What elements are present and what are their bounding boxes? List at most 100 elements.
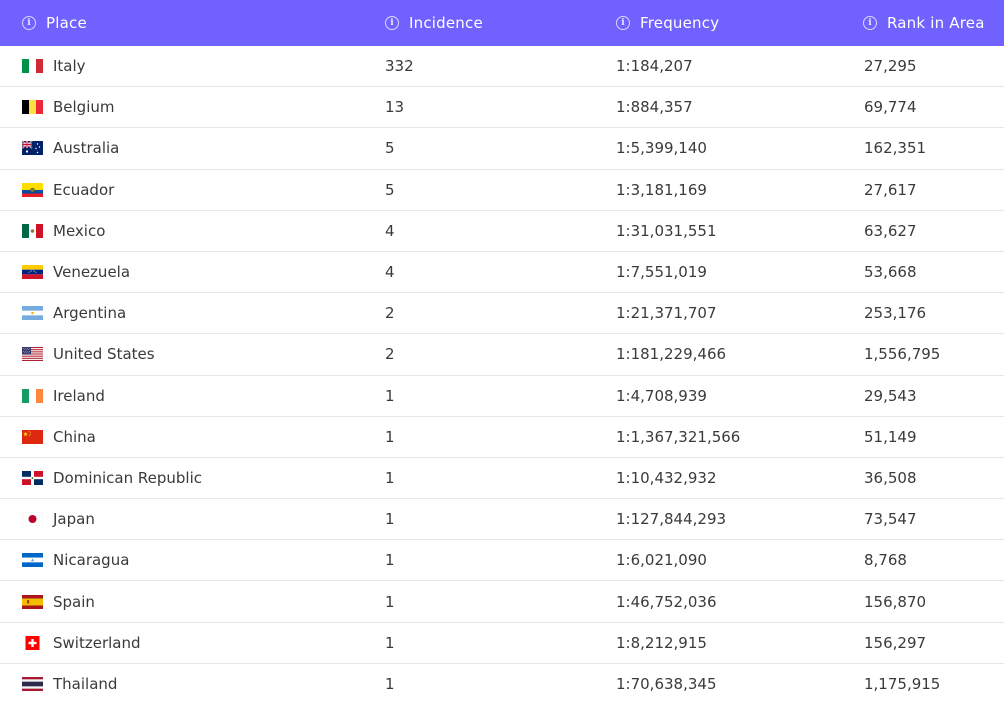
place-cell[interactable]: United States	[0, 334, 385, 374]
rank-value: 63,627	[864, 221, 917, 240]
place-name[interactable]: Switzerland	[53, 634, 141, 652]
mexico-flag-icon	[22, 223, 43, 238]
frequency-cell: 1:181,229,466	[616, 334, 864, 374]
table-row[interactable]: Spain 1 1:46,752,036 156,870	[0, 581, 1004, 623]
place-cell[interactable]: Spain	[0, 581, 385, 621]
table-row[interactable]: Argentina 2 1:21,371,707 253,176	[0, 293, 1004, 335]
place-name[interactable]: Dominican Republic	[53, 469, 202, 487]
frequency-cell: 1:884,357	[616, 87, 864, 127]
frequency-cell: 1:6,021,090	[616, 540, 864, 580]
place-cell[interactable]: Italy	[0, 46, 385, 86]
incidence-cell: 1	[385, 581, 616, 621]
place-name[interactable]: Venezuela	[53, 263, 130, 281]
incidence-value: 1	[385, 510, 395, 529]
table-body: Italy 332 1:184,207 27,295 Belgium 13 1:884,35…	[0, 46, 1004, 705]
place-name[interactable]: Argentina	[53, 304, 126, 322]
table-row[interactable]: Ecuador 5 1:3,181,169 27,617	[0, 170, 1004, 211]
place-name[interactable]: Mexico	[53, 222, 105, 240]
place-cell[interactable]: China	[0, 417, 385, 457]
column-header-label: Place	[46, 14, 87, 32]
table-row[interactable]: Thailand 1 1:70,638,345 1,175,915	[0, 664, 1004, 705]
place-cell[interactable]: Argentina	[0, 293, 385, 333]
place-cell[interactable]: Dominican Republic	[0, 458, 385, 498]
frequency-value: 1:8,212,915	[616, 633, 707, 652]
place-name[interactable]: Nicaragua	[53, 551, 129, 569]
place-cell[interactable]: Thailand	[0, 664, 385, 705]
frequency-value: 1:70,638,345	[616, 675, 717, 694]
frequency-cell: 1:5,399,140	[616, 128, 864, 168]
table-row[interactable]: Italy 332 1:184,207 27,295	[0, 46, 1004, 88]
incidence-cell: 1	[385, 540, 616, 580]
column-header-place[interactable]: i Place	[0, 0, 385, 46]
table-row[interactable]: Venezuela 4 1:7,551,019 53,668	[0, 252, 1004, 294]
incidence-value: 5	[385, 139, 395, 158]
rank-cell: 53,668	[864, 252, 1004, 292]
place-name[interactable]: Thailand	[53, 675, 117, 693]
incidence-value: 1	[385, 468, 395, 487]
place-name[interactable]: Italy	[53, 57, 86, 75]
info-icon[interactable]: i	[385, 16, 399, 30]
place-cell[interactable]: Japan	[0, 499, 385, 539]
place-cell[interactable]: Belgium	[0, 87, 385, 127]
australia-flag-icon	[22, 141, 43, 156]
incidence-value: 332	[385, 57, 414, 76]
incidence-value: 4	[385, 221, 395, 240]
place-cell[interactable]: Switzerland	[0, 623, 385, 663]
dominican-republic-flag-icon	[22, 470, 43, 485]
place-name[interactable]: Belgium	[53, 98, 115, 116]
incidence-cell: 2	[385, 293, 616, 333]
place-cell[interactable]: Australia	[0, 128, 385, 168]
place-name[interactable]: Ecuador	[53, 181, 114, 199]
rank-cell: 29,543	[864, 376, 1004, 416]
table-row[interactable]: Nicaragua 1 1:6,021,090 8,768	[0, 540, 1004, 582]
incidence-cell: 1	[385, 623, 616, 663]
incidence-cell: 1	[385, 417, 616, 457]
place-name[interactable]: Ireland	[53, 387, 105, 405]
place-name[interactable]: Spain	[53, 593, 95, 611]
column-header-incidence[interactable]: i Incidence	[385, 0, 616, 46]
place-name[interactable]: Australia	[53, 139, 119, 157]
table-row[interactable]: Dominican Republic 1 1:10,432,932 36,508	[0, 458, 1004, 500]
table-row[interactable]: Japan 1 1:127,844,293 73,547	[0, 499, 1004, 541]
argentina-flag-icon	[22, 306, 43, 321]
rank-cell: 69,774	[864, 87, 1004, 127]
info-icon[interactable]: i	[616, 16, 630, 30]
rank-cell: 27,295	[864, 46, 1004, 86]
place-cell[interactable]: Venezuela	[0, 252, 385, 292]
ecuador-flag-icon	[22, 182, 43, 197]
place-name[interactable]: United States	[53, 345, 155, 363]
table-row[interactable]: Mexico 4 1:31,031,551 63,627	[0, 211, 1004, 252]
frequency-cell: 1:4,708,939	[616, 376, 864, 416]
rank-value: 8,768	[864, 551, 907, 570]
incidence-cell: 1	[385, 376, 616, 416]
column-header-frequency[interactable]: i Frequency	[616, 0, 863, 46]
surname-distribution-table: i Place i Incidence i Frequency i Rank i…	[0, 0, 1004, 707]
place-cell[interactable]: Ireland	[0, 376, 385, 416]
place-cell[interactable]: Ecuador	[0, 170, 385, 210]
rank-value: 1,556,795	[864, 345, 941, 364]
incidence-cell: 1	[385, 499, 616, 539]
incidence-value: 1	[385, 427, 395, 446]
place-cell[interactable]: Mexico	[0, 211, 385, 251]
table-row[interactable]: Switzerland 1 1:8,212,915 156,297	[0, 623, 1004, 664]
frequency-cell: 1:31,031,551	[616, 211, 864, 251]
rank-value: 27,295	[864, 57, 917, 76]
table-row[interactable]: Australia 5 1:5,399,140 162,351	[0, 128, 1004, 170]
info-icon[interactable]: i	[22, 16, 36, 30]
column-header-label: Rank in Area	[887, 14, 985, 32]
rank-cell: 51,149	[864, 417, 1004, 457]
rank-cell: 36,508	[864, 458, 1004, 498]
column-header-rank[interactable]: i Rank in Area	[863, 0, 1004, 46]
place-name[interactable]: Japan	[53, 510, 95, 528]
china-flag-icon	[22, 429, 43, 444]
frequency-cell: 1:127,844,293	[616, 499, 864, 539]
rank-value: 51,149	[864, 427, 917, 446]
table-row[interactable]: Belgium 13 1:884,357 69,774	[0, 87, 1004, 129]
table-row[interactable]: China 1 1:1,367,321,566 51,149	[0, 417, 1004, 458]
info-icon[interactable]: i	[863, 16, 877, 30]
table-row[interactable]: United States 2 1:181,229,466 1,556,795	[0, 334, 1004, 376]
nicaragua-flag-icon	[22, 553, 43, 568]
table-row[interactable]: Ireland 1 1:4,708,939 29,543	[0, 376, 1004, 417]
place-name[interactable]: China	[53, 428, 96, 446]
place-cell[interactable]: Nicaragua	[0, 540, 385, 580]
